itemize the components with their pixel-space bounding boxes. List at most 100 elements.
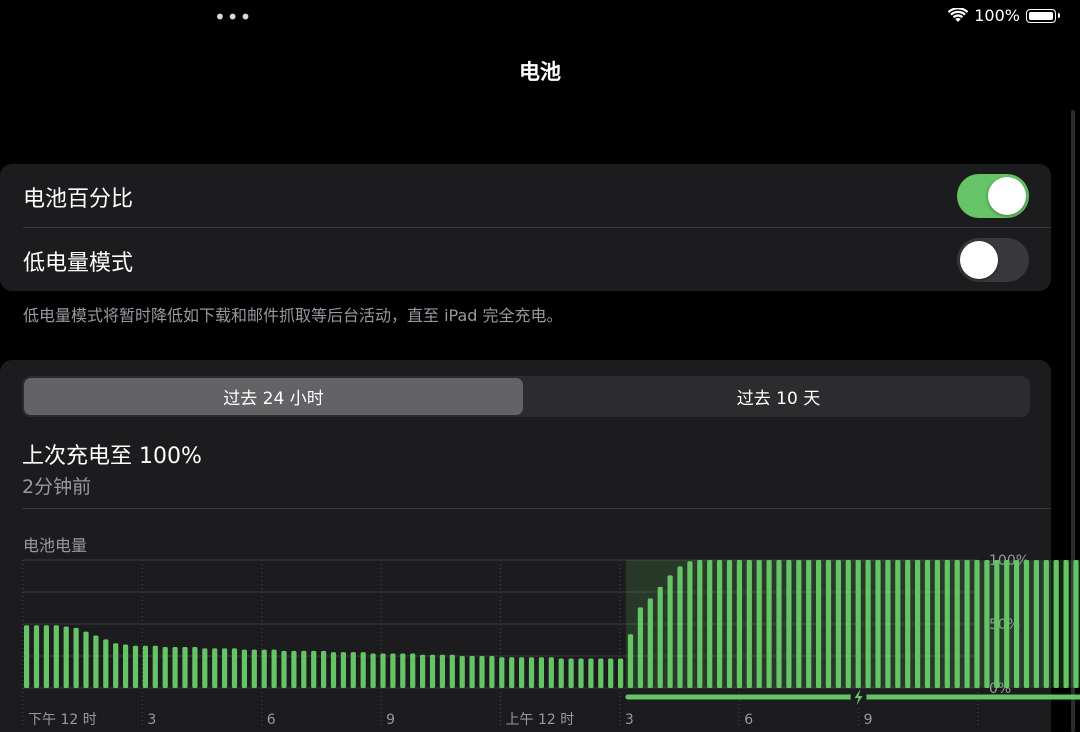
battery-bar [261,649,267,688]
battery-bar [251,649,257,688]
battery-bar [1053,560,1059,688]
battery-bar [162,647,168,688]
battery-bar [588,658,594,688]
battery-bar [103,639,109,688]
battery-bar [192,647,198,688]
x-tick-label: 9 [386,712,395,728]
battery-bar [905,560,911,688]
battery-bar [459,656,465,688]
battery-bar [568,658,574,688]
battery-bar [212,648,218,688]
x-tick-label: 下午 12 时 [28,712,97,728]
x-tick-label: 9 [864,712,873,728]
battery-bar [429,654,436,688]
battery-bar [657,586,663,688]
battery-bar [330,652,337,688]
battery-bar [1023,560,1030,688]
battery-bar [479,656,485,688]
battery-bar [420,654,426,688]
battery-bar [469,656,475,688]
battery-bar [806,560,812,688]
battery-bar [222,648,228,688]
battery-bar [172,647,178,688]
battery-bar [924,560,931,688]
battery-bar [439,654,445,688]
battery-bar [598,658,604,688]
battery-bar [934,560,940,688]
battery-bar [301,650,307,688]
battery-bar [311,650,317,688]
battery-bar [1004,560,1010,688]
battery-bar [944,560,950,688]
battery-bar [637,607,643,688]
battery-bar [677,566,683,688]
battery-bar [766,560,772,688]
battery-bar [994,560,1000,688]
battery-bar [786,560,792,688]
battery-bar [340,652,346,688]
battery-bar [558,658,564,688]
battery-bar [707,560,713,688]
battery-bar [123,644,129,688]
charging-highlight [625,560,1080,688]
x-tick-label: 上午 12 时 [506,712,575,728]
battery-bar [538,657,544,688]
battery-bar [984,560,990,688]
x-tick-label: 3 [625,712,634,728]
battery-bar [776,560,782,688]
battery-bar [400,653,406,688]
battery-bar [875,560,881,688]
battery-bar [627,634,634,688]
battery-bar [73,627,79,688]
battery-level-chart: 100%50%0%下午 12 时369上午 12 时369 [22,553,1080,728]
battery-bar [360,652,366,688]
battery-bar [231,648,238,688]
battery-bar [756,560,762,688]
battery-bar [915,560,921,688]
battery-bar [291,650,297,688]
battery-bar [370,653,376,688]
battery-bar [1014,560,1020,688]
battery-bar [321,650,327,688]
battery-bar [182,647,188,688]
battery-bar [281,650,287,688]
battery-bar [548,657,554,688]
battery-bar [964,560,970,688]
battery-bar [736,560,742,688]
battery-bar [33,625,40,688]
battery-bar [618,658,624,688]
battery-bar [449,654,455,688]
battery-bar [885,560,891,688]
battery-bar [845,560,851,688]
battery-bar [132,645,139,688]
battery-bar [717,560,723,688]
battery-bar [113,643,119,688]
battery-bar [142,645,148,688]
battery-bar [410,653,416,688]
battery-bar [865,560,871,688]
battery-bar [855,560,861,688]
battery-bar [835,560,841,688]
battery-bar [63,626,69,688]
battery-bar [43,625,49,688]
battery-bar [608,658,614,688]
battery-bar [519,657,525,688]
battery-bar [796,560,802,688]
battery-bar [202,648,208,688]
battery-bar [974,560,980,688]
battery-bar [697,560,703,688]
battery-bar [390,653,396,688]
battery-bar [578,658,584,688]
battery-bar [726,560,733,688]
battery-bar [1073,560,1079,688]
x-tick-label: 6 [744,712,753,728]
battery-bar [667,575,673,688]
battery-bar [241,649,247,688]
battery-bar [24,625,30,688]
battery-bar [350,652,356,688]
battery-bar [509,657,515,688]
battery-bar [271,649,277,688]
battery-bar [53,625,59,688]
battery-bar [528,657,535,688]
battery-bar [152,645,158,688]
